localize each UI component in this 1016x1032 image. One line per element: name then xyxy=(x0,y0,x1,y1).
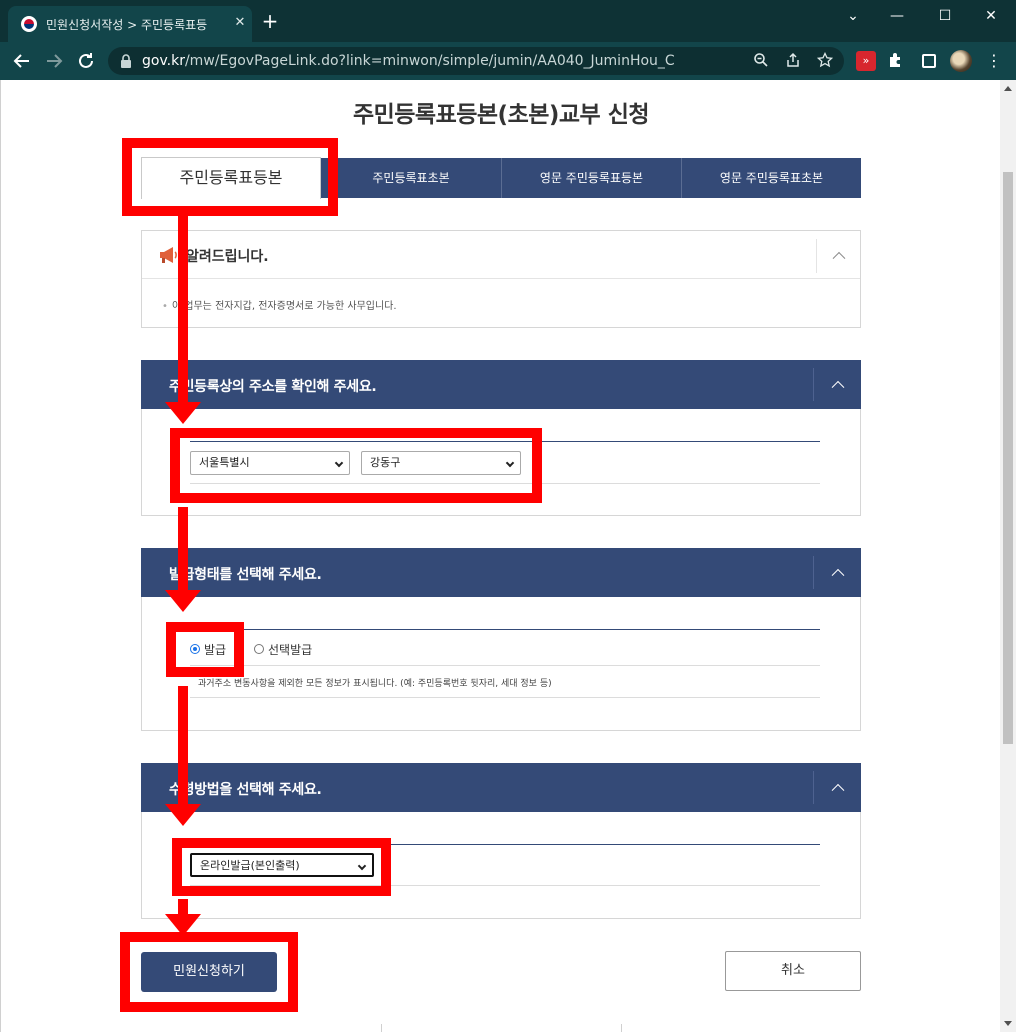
close-window-button[interactable]: ✕ xyxy=(976,4,1006,28)
highlight-box-receive-method xyxy=(172,838,391,896)
browser-tab-title: 민원신청서작성 > 주민등록표등 xyxy=(46,18,208,32)
notice-panel: 알려드립니다. 이 업무는 전자지갑, 전자증명서로 가능한 사무입니다. xyxy=(141,230,861,328)
page-title: 주민등록표등본(초본)교부 신청 xyxy=(352,102,650,128)
side-panel-icon[interactable] xyxy=(922,54,936,68)
chevron-up-icon xyxy=(831,380,844,394)
notice-header: 알려드립니다. xyxy=(142,231,860,279)
share-icon[interactable] xyxy=(784,52,802,70)
notice-heading: 알려드립니다. xyxy=(186,249,269,265)
back-arrow-icon[interactable] xyxy=(10,49,34,73)
divider xyxy=(621,1024,622,1032)
highlight-box-address xyxy=(170,428,542,503)
extensions-puzzle-icon[interactable] xyxy=(886,51,906,71)
receive-method-section-collapse-button[interactable] xyxy=(813,771,861,804)
annotation-arrow-head xyxy=(165,804,201,826)
annotation-arrow-shaft xyxy=(178,507,188,595)
tab-english-resident-abstract[interactable]: 영문 주민등록표초본 xyxy=(681,158,861,198)
issue-type-section-title: 발급형태를 선택해 주세요. xyxy=(169,567,322,583)
close-tab-icon[interactable]: ✕ xyxy=(230,13,250,33)
highlight-box-issue-type xyxy=(166,622,244,677)
issue-type-section-collapse-button[interactable] xyxy=(813,556,861,589)
notice-collapse-button[interactable] xyxy=(816,239,860,273)
reload-icon[interactable] xyxy=(74,49,98,73)
tab-search-chevron-down-icon[interactable]: ⌄ xyxy=(838,4,868,28)
issue-type-section-header: 발급형태를 선택해 주세요. xyxy=(141,548,861,597)
chevron-up-icon xyxy=(832,251,845,265)
highlight-box-submit xyxy=(120,932,298,1012)
chevron-up-icon xyxy=(831,568,844,582)
minimize-window-button[interactable]: — xyxy=(882,4,912,28)
issue-select-label[interactable]: 선택발급 xyxy=(268,641,312,658)
scroll-down-arrow-icon[interactable] xyxy=(1004,1021,1012,1026)
issue-type-description: 과거주소 변동사항을 제외한 모든 정보가 표시됩니다. (예: 주민등록번호 … xyxy=(198,679,552,689)
address-section-header: 주민등록상의 주소를 확인해 주세요. xyxy=(141,360,861,409)
address-section-collapse-button[interactable] xyxy=(813,368,861,401)
annotation-arrow-shaft xyxy=(178,216,188,406)
chevron-up-icon xyxy=(831,783,844,797)
scroll-up-arrow-icon[interactable] xyxy=(1004,86,1012,91)
megaphone-icon xyxy=(160,247,177,263)
gov-kr-favicon-icon xyxy=(21,16,37,32)
divider xyxy=(381,1024,382,1032)
divider xyxy=(190,629,820,630)
address-bar[interactable]: gov.kr/mw/EgovPageLink.do?link=minwon/si… xyxy=(108,47,844,75)
tab-english-resident-copy[interactable]: 영문 주민등록표등본 xyxy=(501,158,681,198)
profile-avatar[interactable] xyxy=(950,50,972,72)
browser-menu-icon[interactable]: ⋮ xyxy=(984,50,1004,72)
receive-method-section-title: 수령방법을 선택해 주세요. xyxy=(169,782,322,798)
address-section-title: 주민등록상의 주소를 확인해 주세요. xyxy=(169,379,377,395)
browser-chrome: 민원신청서작성 > 주민등록표등 ✕ + ⌄ — ☐ ✕ gov.kr/mw/E… xyxy=(0,0,1016,80)
browser-tab-active[interactable]: 민원신청서작성 > 주민등록표등 ✕ xyxy=(8,6,252,42)
issue-type-section: 발급형태를 선택해 주세요. 발급 선택발급 과거주소 변동사항을 제외한 모든… xyxy=(141,548,861,731)
divider xyxy=(190,697,820,698)
page-scrollbar[interactable] xyxy=(1000,80,1016,1032)
extension-red-icon[interactable]: » xyxy=(856,51,876,71)
notice-body: 이 업무는 전자지갑, 전자증명서로 가능한 사무입니다. xyxy=(162,297,397,312)
browser-toolbar: gov.kr/mw/EgovPageLink.do?link=minwon/si… xyxy=(0,42,1016,80)
issue-select-radio[interactable] xyxy=(254,644,264,654)
divider xyxy=(190,665,820,666)
footer-dividers xyxy=(141,1024,861,1032)
new-tab-button[interactable]: + xyxy=(258,10,282,34)
annotation-arrow-head xyxy=(165,402,201,424)
annotation-arrow-head xyxy=(165,590,201,612)
lock-icon[interactable] xyxy=(120,54,132,68)
highlight-box-tab xyxy=(122,138,338,216)
scrollbar-thumb[interactable] xyxy=(1003,172,1013,744)
annotation-arrow-shaft xyxy=(178,686,188,804)
cancel-button[interactable]: 취소 xyxy=(725,951,861,991)
tab-resident-abstract[interactable]: 주민등록표초본 xyxy=(321,158,501,198)
tab-strip: 민원신청서작성 > 주민등록표등 ✕ + ⌄ — ☐ ✕ xyxy=(0,0,1016,42)
url-text[interactable]: gov.kr/mw/EgovPageLink.do?link=minwon/si… xyxy=(142,53,675,69)
receive-method-section-header: 수령방법을 선택해 주세요. xyxy=(141,763,861,812)
maximize-window-button[interactable]: ☐ xyxy=(930,4,960,28)
zoom-icon[interactable] xyxy=(752,52,770,70)
forward-arrow-icon[interactable] xyxy=(42,49,66,73)
page-viewport: 주민등록표등본(초본)교부 신청 주민등록표등본 주민등록표초본 영문 주민등록… xyxy=(0,80,1000,1032)
bookmark-star-icon[interactable] xyxy=(816,51,834,70)
